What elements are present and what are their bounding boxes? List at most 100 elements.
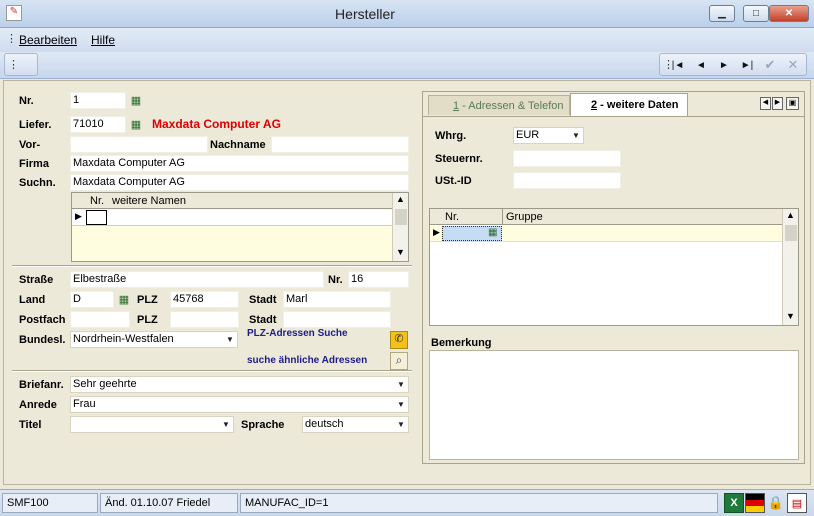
nachname-label: Nachname (210, 139, 266, 151)
post-horn-icon[interactable]: ✆ (390, 331, 408, 349)
tab-scroll-left-icon[interactable]: ◀ (760, 97, 771, 110)
anrede-select[interactable]: Frau ▼ (70, 396, 409, 413)
chevron-down-icon[interactable]: ▼ (219, 417, 233, 432)
separator-2 (12, 370, 412, 372)
bundesl-select[interactable]: Nordrhein-Westfalen ▼ (70, 331, 238, 348)
tab-panel: 1 - Adressen & Telefon 2 - weitere Daten… (422, 91, 805, 464)
plz2-label: PLZ (137, 314, 158, 326)
chevron-down-icon[interactable]: ▼ (394, 377, 408, 392)
sprache-select[interactable]: deutsch ▼ (302, 416, 409, 433)
plz2-field[interactable] (170, 311, 239, 328)
whrg-select[interactable]: EUR ▼ (513, 127, 584, 144)
tab-addresses[interactable]: 1 - Adressen & Telefon (428, 95, 570, 115)
nachname-field[interactable] (271, 136, 409, 153)
postfach-field[interactable] (70, 311, 130, 328)
next-record-icon[interactable]: ► (714, 57, 734, 73)
maximize-button[interactable]: □ (743, 5, 769, 22)
bundesl-label: Bundesl. (19, 334, 66, 346)
search-icon[interactable]: ⌕ (390, 352, 408, 370)
hausnr-label: Nr. (328, 274, 343, 286)
groups-grid-row[interactable]: ▶ ▦ (430, 226, 782, 242)
toolbar-left-handle[interactable]: ⋮ (4, 53, 38, 76)
menu-hilfe[interactable]: Hilfe (91, 33, 115, 47)
liefer-lookup-icon[interactable]: ▦ (128, 116, 144, 132)
vorname-field[interactable] (70, 136, 208, 153)
strasse-field[interactable]: Elbestraße (70, 271, 324, 288)
suchn-field[interactable]: Maxdata Computer AG (70, 174, 409, 191)
groups-grid[interactable]: Nr. Gruppe ▶ ▦ ▲ ▼ (429, 208, 799, 326)
whrg-label: Whrg. (435, 130, 467, 142)
scroll-up-icon[interactable]: ▲ (786, 210, 795, 220)
titel-select[interactable]: ▼ (70, 416, 234, 433)
plz-label: PLZ (137, 294, 158, 306)
similar-address-link[interactable]: suche ähnliche Adressen (247, 355, 367, 366)
firma-field[interactable]: Maxdata Computer AG (70, 155, 409, 172)
menu-bar: ⋮ Bearbeiten Hilfe (0, 28, 814, 52)
tab-addresses-label: - Adressen & Telefon (459, 100, 564, 112)
last-record-icon[interactable]: ►| (737, 57, 757, 73)
bemerkung-textarea[interactable] (429, 350, 799, 460)
chevron-down-icon[interactable]: ▼ (223, 332, 237, 347)
groups-grid-col-gruppe: Gruppe (506, 211, 543, 223)
plz-search-link[interactable]: PLZ-Adressen Suche (247, 328, 348, 339)
status-code: SMF100 (2, 493, 98, 513)
stadt-field[interactable]: Marl (283, 291, 391, 308)
scroll-thumb[interactable] (785, 225, 797, 241)
lock-icon[interactable]: 🔒 (766, 493, 786, 513)
row-pointer-icon: ▶ (433, 227, 440, 237)
row-pointer-icon: ▶ (75, 211, 82, 221)
nr-field[interactable]: 1 (70, 92, 126, 109)
names-grid-scrollbar[interactable]: ▲ ▼ (392, 193, 408, 261)
groups-lookup-icon[interactable]: ▦ (488, 227, 497, 238)
briefanr-label: Briefanr. (19, 379, 64, 391)
names-grid-cell-nr[interactable] (86, 210, 107, 225)
minimize-button[interactable]: ▁ (709, 5, 735, 22)
names-grid[interactable]: Nr. weitere Namen ▶ ▲ ▼ (71, 192, 409, 262)
tab-more-data-label: - weitere Daten (597, 99, 679, 111)
titel-label: Titel (19, 419, 42, 431)
sprache-value: deutsch (305, 418, 344, 430)
tab-menu-icon[interactable]: ▣ (786, 97, 799, 110)
bemerkung-label: Bemerkung (431, 337, 492, 349)
chevron-down-icon[interactable]: ▼ (394, 417, 408, 432)
scroll-up-icon[interactable]: ▲ (396, 194, 405, 204)
menu-grip-icon: ⋮ (6, 33, 17, 45)
scroll-thumb[interactable] (395, 209, 407, 225)
excel-icon[interactable]: X (724, 493, 744, 513)
german-flag-icon[interactable] (745, 493, 765, 513)
menu-bearbeiten[interactable]: Bearbeiten (19, 33, 77, 47)
tab-scroll-right-icon[interactable]: ▶ (772, 97, 783, 110)
form-area: Nr. 1 ▦ Liefer. 71010 ▦ Maxdata Computer… (3, 80, 811, 485)
tab-more-data[interactable]: 2 - weitere Daten (570, 93, 688, 116)
groups-grid-scrollbar[interactable]: ▲ ▼ (782, 209, 798, 325)
chevron-down-icon[interactable]: ▼ (394, 397, 408, 412)
confirm-icon[interactable]: ✔ (760, 57, 780, 73)
first-record-icon[interactable]: |◄ (668, 57, 688, 73)
status-bar: SMF100 Änd. 01.10.07 Friedel MANUFAC_ID=… (0, 489, 814, 516)
land-label: Land (19, 294, 46, 306)
chevron-down-icon[interactable]: ▼ (569, 128, 583, 143)
hausnr-field[interactable]: 16 (348, 271, 409, 288)
postfach-label: Postfach (19, 314, 66, 326)
firma-label: Firma (19, 158, 49, 170)
names-grid-col-nr: Nr. (90, 195, 105, 207)
scroll-down-icon[interactable]: ▼ (786, 311, 795, 321)
steuernr-field[interactable] (513, 150, 621, 167)
bundesl-value: Nordrhein-Westfalen (73, 333, 174, 345)
cancel-icon[interactable]: ✕ (783, 57, 803, 73)
steuernr-label: Steuernr. (435, 153, 483, 165)
ustid-field[interactable] (513, 172, 621, 189)
close-button[interactable]: ✕ (769, 5, 809, 22)
supplier-name: Maxdata Computer AG (152, 117, 281, 131)
print-preview-icon[interactable]: ▤ (787, 493, 807, 513)
land-field[interactable]: D (70, 291, 114, 308)
briefanr-select[interactable]: Sehr geehrte ▼ (70, 376, 409, 393)
names-grid-row[interactable]: ▶ (72, 210, 392, 226)
scroll-down-icon[interactable]: ▼ (396, 247, 405, 257)
land-lookup-icon[interactable]: ▦ (116, 291, 132, 307)
prev-record-icon[interactable]: ◄ (691, 57, 711, 73)
plz-field[interactable]: 45768 (170, 291, 239, 308)
nr-lookup-icon[interactable]: ▦ (128, 92, 144, 108)
stadt2-field[interactable] (283, 311, 391, 328)
liefer-field[interactable]: 71010 (70, 116, 126, 133)
